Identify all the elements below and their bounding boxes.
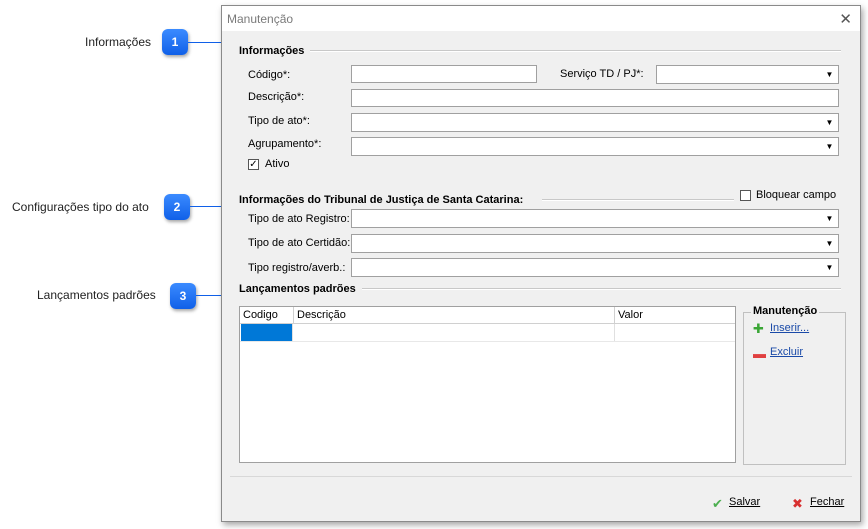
tribunal-section-title: Informações do Tribunal de Justiça de Sa…	[239, 194, 530, 206]
annotation-label-configuracoes: Configurações tipo do ato	[12, 200, 149, 214]
column-header-valor[interactable]: Valor	[615, 307, 735, 323]
tipo-ato-registro-select[interactable]: ▼	[351, 209, 839, 228]
informacoes-divider	[302, 50, 841, 52]
servico-select[interactable]: ▼	[656, 65, 839, 84]
descricao-input[interactable]	[351, 89, 839, 107]
chevron-down-icon[interactable]: ▼	[822, 139, 837, 154]
codigo-input[interactable]	[351, 65, 537, 83]
salvar-button[interactable]: Salvar	[729, 496, 760, 508]
lancamentos-divider	[362, 288, 841, 290]
ativo-checkbox[interactable]: ✓	[248, 159, 259, 170]
lancamentos-grid[interactable]: Codigo Descrição Valor	[239, 306, 736, 463]
tribunal-divider	[542, 199, 734, 201]
chevron-down-icon[interactable]: ▼	[822, 115, 837, 130]
title-bar: Manutenção ✕	[222, 6, 860, 31]
chevron-down-icon[interactable]: ▼	[822, 211, 837, 226]
informacoes-section-title: Informações	[239, 45, 311, 57]
bloquear-label: Bloquear campo	[756, 189, 837, 201]
column-header-descricao[interactable]: Descrição	[294, 307, 615, 323]
chevron-down-icon[interactable]: ▼	[822, 236, 837, 251]
inserir-button[interactable]: Inserir...	[770, 322, 809, 334]
agrupamento-label: Agrupamento*:	[248, 138, 322, 150]
fechar-button[interactable]: Fechar	[810, 496, 844, 508]
tipo-ato-certidao-select[interactable]: ▼	[351, 234, 839, 253]
tipo-ato-label: Tipo de ato*:	[248, 115, 310, 127]
selected-cell[interactable]	[241, 324, 293, 341]
grid-header: Codigo Descrição Valor	[240, 307, 735, 324]
minus-icon[interactable]: ▬	[753, 347, 766, 360]
agrupamento-select[interactable]: ▼	[351, 137, 839, 156]
annotation-badge-1: 1	[162, 29, 188, 55]
manutencao-dialog: Manutenção ✕ Informações Código*: Serviç…	[221, 5, 861, 522]
manutencao-group-title: Manutenção	[751, 305, 820, 317]
tipo-registro-averb-select[interactable]: ▼	[351, 258, 839, 277]
annotation-label-lancamentos: Lançamentos padrões	[37, 288, 156, 302]
lancamentos-section-title: Lançamentos padrões	[239, 283, 362, 295]
check-icon[interactable]: ✔	[712, 497, 723, 510]
chevron-down-icon[interactable]: ▼	[822, 260, 837, 275]
annotation-badge-3: 3	[170, 283, 196, 309]
table-cell[interactable]	[294, 324, 615, 341]
annotation-badge-2: 2	[164, 194, 190, 220]
x-icon[interactable]: ✖	[792, 497, 803, 510]
plus-icon[interactable]: ✚	[753, 322, 764, 335]
table-cell[interactable]	[615, 324, 735, 341]
chevron-down-icon[interactable]: ▼	[822, 67, 837, 82]
excluir-button[interactable]: Excluir	[770, 346, 803, 358]
footer-separator	[230, 476, 852, 477]
codigo-label: Código*:	[248, 69, 291, 81]
window-title: Manutenção	[227, 12, 294, 26]
tipo-registro-averb-label: Tipo registro/averb.:	[248, 262, 346, 274]
salvar-label: Salvar	[729, 496, 761, 508]
ativo-label: Ativo	[265, 158, 290, 170]
servico-label: Serviço TD / PJ*:	[560, 68, 644, 80]
tipo-ato-certidao-label: Tipo de ato Certidão:	[248, 237, 351, 249]
fechar-label: Fechar	[810, 496, 845, 508]
close-button[interactable]: ✕	[839, 10, 852, 28]
column-header-codigo[interactable]: Codigo	[240, 307, 294, 323]
annotation-label-informacoes: Informações	[85, 35, 152, 49]
tipo-ato-select[interactable]: ▼	[351, 113, 839, 132]
table-row[interactable]	[240, 324, 735, 342]
tipo-ato-registro-label: Tipo de ato Registro:	[248, 213, 350, 225]
descricao-label: Descrição*:	[248, 91, 305, 103]
bloquear-checkbox[interactable]	[740, 190, 751, 201]
